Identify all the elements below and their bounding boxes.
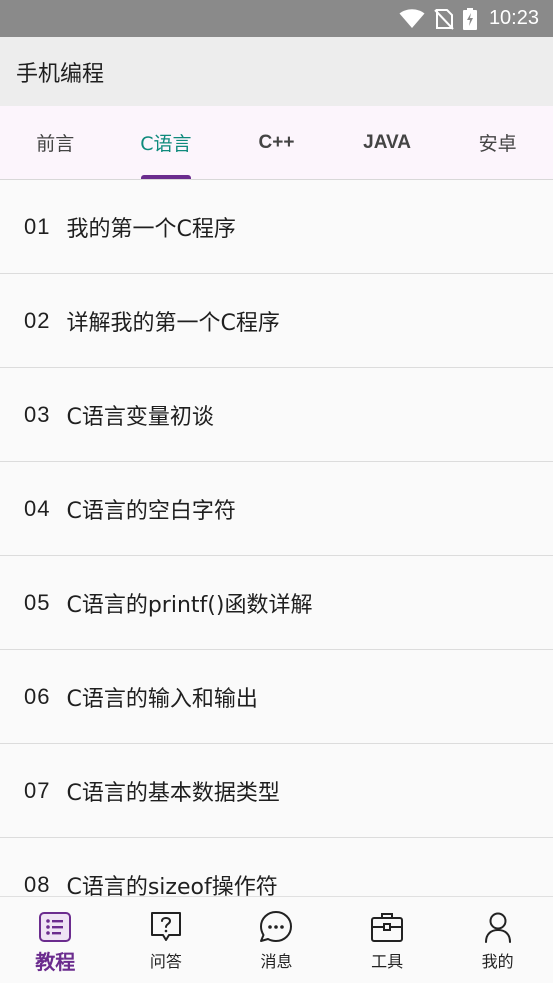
chat-bubble-icon [260,911,293,942]
category-tabs: 前言 C语言 C++ JAVA 安卓 [0,106,553,180]
status-bar: 10:23 [0,0,553,37]
lesson-item[interactable]: 05 C语言的printf()函数详解 [0,556,553,650]
nav-profile[interactable]: 我的 [442,897,553,983]
wifi-icon [399,8,425,28]
nav-label: 我的 [481,952,514,971]
tab-android[interactable]: 安卓 [442,106,553,179]
lesson-item[interactable]: 02 详解我的第一个C程序 [0,274,553,368]
question-icon [150,912,181,941]
lesson-item[interactable]: 06 C语言的输入和输出 [0,650,553,744]
lesson-item[interactable]: 04 C语言的空白字符 [0,462,553,556]
nav-qa[interactable]: 问答 [111,897,222,983]
no-sim-icon [434,8,454,30]
nav-messages[interactable]: 消息 [221,897,332,983]
app-bar: 手机编程 [0,37,553,106]
lesson-title: 详解我的第一个C程序 [66,310,280,336]
toolbox-icon [371,913,404,942]
battery-charging-icon [462,7,477,30]
lesson-title: C语言的printf()函数详解 [66,592,313,618]
lesson-item[interactable]: 01 我的第一个C程序 [0,180,553,274]
lesson-number: 03 [24,401,51,427]
lesson-title: C语言变量初谈 [66,404,214,430]
clock: 10:23 [488,7,539,29]
tab-label: C++ [258,131,295,153]
lesson-number: 02 [24,307,51,333]
lesson-item[interactable]: 07 C语言的基本数据类型 [0,744,553,838]
nav-label: 教程 [35,950,76,974]
tab-label: C语言 [140,133,192,155]
list-doc-icon [39,912,72,942]
nav-tools[interactable]: 工具 [332,897,443,983]
lesson-title: C语言的基本数据类型 [66,780,280,806]
lesson-title: C语言的空白字符 [66,498,236,524]
lesson-item[interactable]: 08 C语言的sizeof操作符 [0,838,553,896]
tab-label: JAVA [363,131,412,153]
tab-label: 前言 [36,133,75,155]
app-title: 手机编程 [16,61,105,87]
tab-label: 安卓 [478,133,517,155]
active-tab-indicator [140,175,191,179]
nav-tutorial[interactable]: 教程 [0,897,111,983]
lesson-number: 01 [24,213,51,239]
lesson-number: 05 [24,589,51,615]
lesson-number: 06 [24,683,51,709]
bottom-navigation: 教程 问答 消息 工具 我的 [0,896,553,983]
lesson-title: C语言的sizeof操作符 [66,874,278,897]
lesson-number: 07 [24,777,51,803]
lesson-list[interactable]: 01 我的第一个C程序 02 详解我的第一个C程序 03 C语言变量初谈 04 … [0,180,553,896]
tab-c-language[interactable]: C语言 [111,106,222,179]
lesson-title: C语言的输入和输出 [66,686,258,712]
person-icon [484,912,511,943]
tab-java[interactable]: JAVA [332,106,443,179]
tab-preface[interactable]: 前言 [0,106,111,179]
lesson-title: 我的第一个C程序 [66,216,236,242]
nav-label: 工具 [371,952,404,971]
tab-cpp[interactable]: C++ [221,106,332,179]
nav-label: 问答 [149,952,182,971]
lesson-number: 08 [24,871,51,897]
lesson-number: 04 [24,495,51,521]
lesson-item[interactable]: 03 C语言变量初谈 [0,368,553,462]
nav-label: 消息 [260,952,293,971]
